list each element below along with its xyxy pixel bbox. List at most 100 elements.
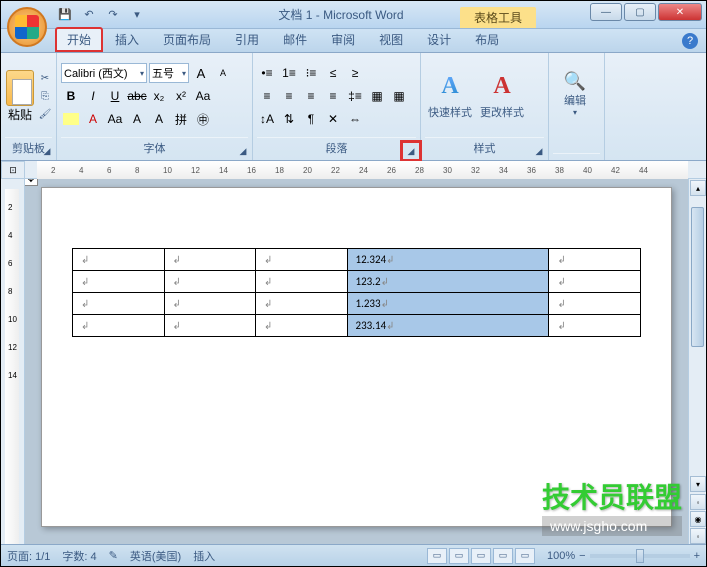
zoom-out-button[interactable]: − — [579, 550, 585, 562]
zoom-value[interactable]: 100% — [547, 550, 575, 562]
enclose-char-button[interactable]: ㊥ — [193, 109, 213, 129]
align-center-button[interactable]: ≡ — [279, 86, 299, 106]
decrease-indent-button[interactable]: ≤ — [323, 63, 343, 83]
table-cell[interactable]: 12.324↲ — [347, 249, 549, 271]
table-cell[interactable]: ↲ — [164, 315, 256, 337]
tab-design[interactable]: 设计 — [415, 27, 463, 52]
font-color-button[interactable]: A — [83, 109, 103, 129]
underline-button[interactable]: U — [105, 86, 125, 106]
table-cell[interactable]: ↲ — [549, 293, 641, 315]
prev-page-button[interactable]: ◦ — [690, 494, 706, 510]
status-proofing-icon[interactable]: ✎ — [109, 549, 118, 562]
help-icon[interactable]: ? — [682, 33, 698, 49]
view-draft-button[interactable]: ▭ — [515, 548, 535, 564]
undo-icon[interactable]: ↶ — [79, 5, 99, 25]
table-cell[interactable]: ↲ — [256, 293, 348, 315]
tab-layout[interactable]: 布局 — [463, 27, 511, 52]
clear-formatting-button[interactable]: Aa — [193, 86, 213, 106]
char-shading-button[interactable]: A — [127, 109, 147, 129]
cut-icon[interactable]: ✂ — [37, 70, 53, 86]
table-cell[interactable]: ↲ — [256, 315, 348, 337]
shrink-font-icon[interactable]: A — [213, 63, 233, 83]
close-button[interactable]: ✕ — [658, 3, 702, 21]
superscript-button[interactable]: x² — [171, 86, 191, 106]
borders-button[interactable]: ▦ — [389, 86, 409, 106]
asian-layout-button[interactable]: ✕ — [323, 109, 343, 129]
view-print-layout-button[interactable]: ▭ — [427, 548, 447, 564]
tab-mailings[interactable]: 邮件 — [271, 27, 319, 52]
tab-review[interactable]: 审阅 — [319, 27, 367, 52]
justify-button[interactable]: ≡ — [323, 86, 343, 106]
ruler-corner[interactable]: ⊡ — [1, 161, 25, 179]
table-row[interactable]: ↲↲↲123.2↲↲ — [73, 271, 641, 293]
horizontal-ruler[interactable]: 2468101214161820222426283032343638404244 — [37, 161, 688, 179]
zoom-in-button[interactable]: + — [694, 550, 700, 562]
strikethrough-button[interactable]: abc — [127, 86, 147, 106]
align-left-button[interactable]: ≡ — [257, 86, 277, 106]
save-icon[interactable]: 💾 — [55, 5, 75, 25]
italic-button[interactable]: I — [83, 86, 103, 106]
format-painter-icon[interactable]: 🖌 — [37, 106, 53, 122]
table-cell[interactable]: ↲ — [73, 315, 165, 337]
highlight-button[interactable] — [61, 109, 81, 129]
table-cell[interactable]: ↲ — [73, 293, 165, 315]
copy-icon[interactable]: ⎘ — [37, 88, 53, 104]
grow-font-icon[interactable]: A — [191, 63, 211, 83]
styles-dialog-launcher[interactable]: ◢ — [532, 144, 546, 158]
table-cell[interactable]: ↲ — [549, 249, 641, 271]
zoom-slider-thumb[interactable] — [636, 549, 644, 563]
status-mode[interactable]: 插入 — [193, 548, 215, 564]
show-marks-button[interactable]: ¶ — [301, 109, 321, 129]
vertical-scrollbar[interactable]: ▴ ▾ ◦ ◉ ◦ — [688, 179, 706, 544]
table-cell[interactable]: ↲ — [73, 271, 165, 293]
subscript-button[interactable]: x₂ — [149, 86, 169, 106]
bold-button[interactable]: B — [61, 86, 81, 106]
view-fullscreen-button[interactable]: ▭ — [449, 548, 469, 564]
distributed-button[interactable]: ⇔ — [345, 109, 365, 129]
table-cell[interactable]: 233.14↲ — [347, 315, 549, 337]
table-cell[interactable]: ↲ — [256, 271, 348, 293]
table-cell[interactable]: ↲ — [256, 249, 348, 271]
document-table[interactable]: ↲↲↲12.324↲↲↲↲↲123.2↲↲↲↲↲1.233↲↲↲↲↲233.14… — [72, 248, 641, 337]
table-row[interactable]: ↲↲↲233.14↲↲ — [73, 315, 641, 337]
table-cell[interactable]: ↲ — [73, 249, 165, 271]
table-cell[interactable]: 1.233↲ — [347, 293, 549, 315]
table-cell[interactable]: ↲ — [164, 293, 256, 315]
text-direction-button[interactable]: ↕A — [257, 109, 277, 129]
table-cell[interactable]: 123.2↲ — [347, 271, 549, 293]
view-outline-button[interactable]: ▭ — [493, 548, 513, 564]
vertical-ruler[interactable]: 2468101214 — [1, 179, 25, 544]
next-page-button[interactable]: ◦ — [690, 528, 706, 544]
page[interactable]: ✥ ↲↲↲12.324↲↲↲↲↲123.2↲↲↲↲↲1.233↲↲↲↲↲233.… — [41, 187, 672, 527]
redo-icon[interactable]: ↷ — [103, 5, 123, 25]
tab-insert[interactable]: 插入 — [103, 27, 151, 52]
status-page[interactable]: 页面: 1/1 — [7, 548, 50, 564]
office-button[interactable] — [7, 7, 47, 47]
change-styles-button[interactable]: A 更改样式 — [477, 63, 527, 129]
maximize-button[interactable]: ▢ — [624, 3, 656, 21]
sort-button[interactable]: ⇅ — [279, 109, 299, 129]
tab-home[interactable]: 开始 — [55, 27, 103, 52]
view-web-button[interactable]: ▭ — [471, 548, 491, 564]
vscroll-thumb[interactable] — [691, 207, 704, 347]
numbering-button[interactable]: 1≡ — [279, 63, 299, 83]
line-spacing-button[interactable]: ‡≡ — [345, 86, 365, 106]
table-cell[interactable]: ↲ — [164, 249, 256, 271]
scroll-up-button[interactable]: ▴ — [690, 180, 706, 196]
editing-button[interactable]: 🔍 编辑 ▾ — [553, 71, 597, 137]
paste-button[interactable]: 粘贴 — [5, 63, 35, 129]
minimize-button[interactable]: — — [590, 3, 622, 21]
font-size-combo[interactable]: 五号 — [149, 63, 189, 83]
table-cell[interactable]: ↲ — [549, 315, 641, 337]
qat-more-icon[interactable]: ▾ — [127, 5, 147, 25]
tab-view[interactable]: 视图 — [367, 27, 415, 52]
table-cell[interactable]: ↲ — [164, 271, 256, 293]
font-name-combo[interactable]: Calibri (西文) — [61, 63, 147, 83]
table-cell[interactable]: ↲ — [549, 271, 641, 293]
paragraph-dialog-launcher[interactable]: ◢ — [400, 140, 422, 162]
table-row[interactable]: ↲↲↲1.233↲↲ — [73, 293, 641, 315]
font-dialog-launcher[interactable]: ◢ — [236, 144, 250, 158]
bullets-button[interactable]: •≡ — [257, 63, 277, 83]
table-row[interactable]: ↲↲↲12.324↲↲ — [73, 249, 641, 271]
tab-pagelayout[interactable]: 页面布局 — [151, 27, 223, 52]
